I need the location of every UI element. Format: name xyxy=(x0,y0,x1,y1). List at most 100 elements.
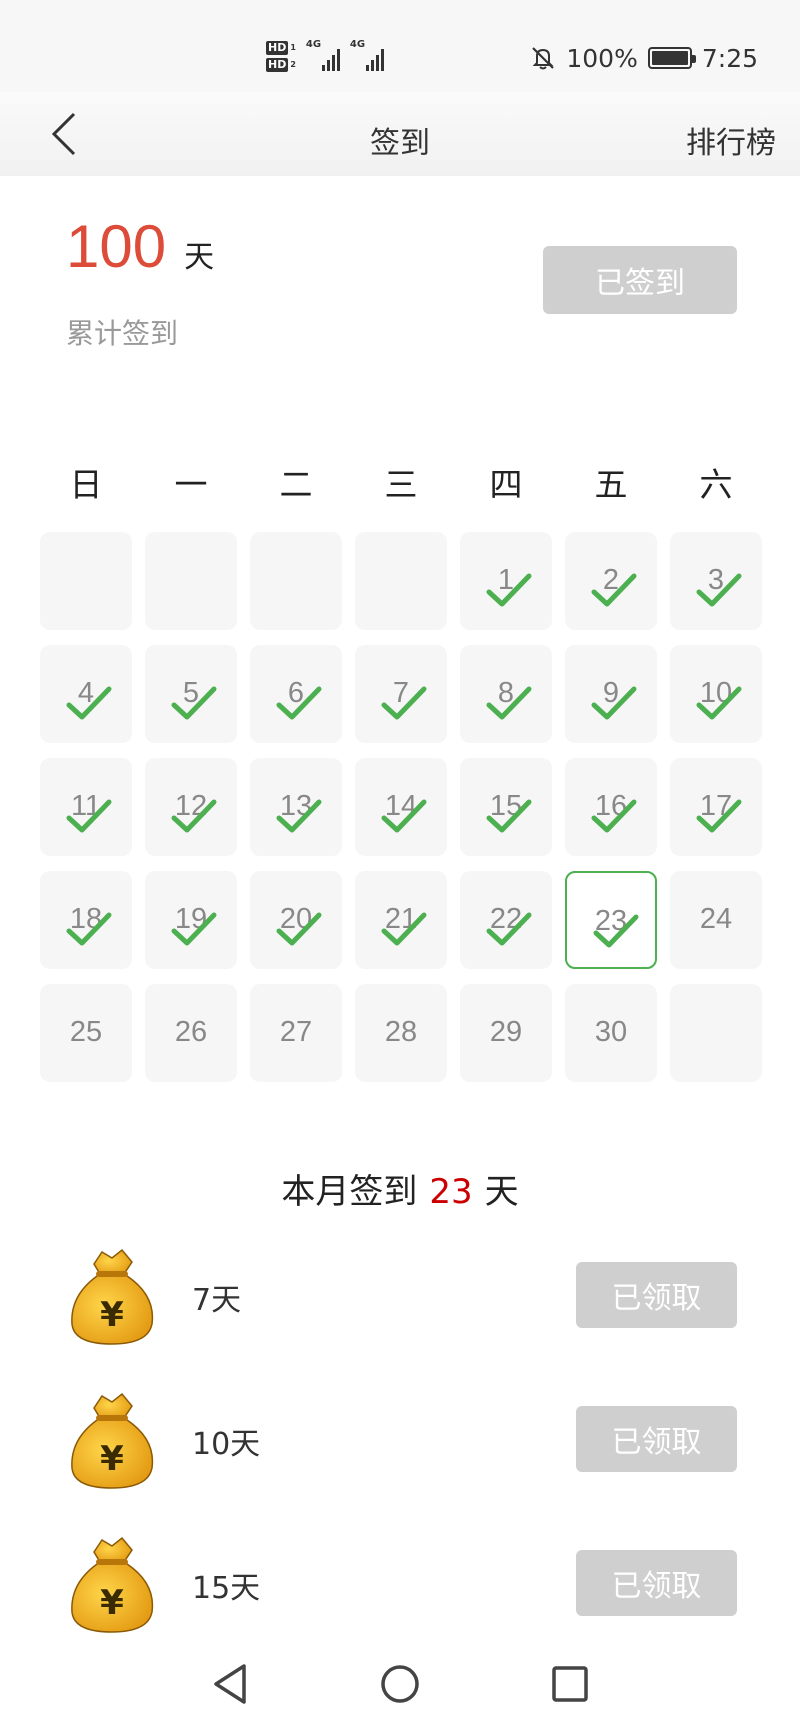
money-bag-icon: ¥ xyxy=(71,1248,154,1345)
check-icon xyxy=(381,912,427,946)
hd-label: HD xyxy=(266,57,289,72)
check-icon xyxy=(66,912,112,946)
calendar-empty-cell xyxy=(250,532,342,630)
hd-indicators: HD 1 HD 2 xyxy=(266,40,296,72)
calendar-day[interactable]: 5 xyxy=(145,645,237,743)
calendar-day[interactable]: 1 xyxy=(460,532,552,630)
calendar-day[interactable]: 3 xyxy=(670,532,762,630)
check-icon xyxy=(696,799,742,833)
weekday-label: 日 xyxy=(69,465,103,504)
hd-label: HD xyxy=(266,40,289,55)
day-number: 25 xyxy=(69,1016,103,1048)
calendar-day[interactable]: 10 xyxy=(670,645,762,743)
bell-muted-icon xyxy=(532,47,555,70)
calendar-day[interactable]: 23 xyxy=(565,871,657,969)
svg-text:¥: ¥ xyxy=(100,1583,124,1623)
calendar-day[interactable]: 24 xyxy=(670,871,762,969)
money-bag-icon: ¥ xyxy=(71,1392,154,1489)
nav-bar: 签到 排行榜 xyxy=(0,92,800,176)
total-days-unit: 天 xyxy=(184,240,215,275)
system-nav-bar xyxy=(0,1636,800,1733)
check-icon xyxy=(591,686,637,720)
check-icon xyxy=(381,686,427,720)
reward-claimed-button[interactable]: 已领取 xyxy=(576,1406,737,1472)
reward-row: ¥7天 已领取 xyxy=(0,1240,800,1350)
month-summary-prefix: 本月签到 xyxy=(281,1172,418,1212)
month-summary-suffix: 天 xyxy=(484,1172,519,1212)
signed-in-button[interactable]: 已签到 xyxy=(543,246,737,314)
hd-sub-label: 2 xyxy=(290,60,296,69)
month-summary-count: 23 xyxy=(429,1172,473,1212)
calendar-day[interactable]: 26 xyxy=(145,984,237,1082)
calendar-empty-cell xyxy=(145,532,237,630)
check-icon xyxy=(381,799,427,833)
calendar-day[interactable]: 11 xyxy=(40,758,132,856)
calendar-day[interactable]: 2 xyxy=(565,532,657,630)
calendar-day[interactable]: 18 xyxy=(40,871,132,969)
calendar-day[interactable]: 14 xyxy=(355,758,447,856)
calendar-day[interactable]: 8 xyxy=(460,645,552,743)
calendar-day[interactable]: 16 xyxy=(565,758,657,856)
check-icon xyxy=(591,573,637,607)
weekday-label: 六 xyxy=(699,465,733,504)
calendar-day[interactable]: 29 xyxy=(460,984,552,1082)
reward-row: ¥10天 已领取 xyxy=(0,1384,800,1494)
calendar-day[interactable]: 28 xyxy=(355,984,447,1082)
hd-indicator-2: HD 2 xyxy=(266,57,296,72)
calendar-day[interactable]: 9 xyxy=(565,645,657,743)
calendar-day[interactable]: 21 xyxy=(355,871,447,969)
calendar-day[interactable]: 13 xyxy=(250,758,342,856)
total-days-count: 100 xyxy=(66,213,167,280)
calendar-day[interactable]: 19 xyxy=(145,871,237,969)
check-icon xyxy=(486,686,532,720)
calendar-grid: 1 2 3 4 5 6 7 8 9 10 11 12 13 14 15 16 17 18 19 20 21 22 23 24 2… xyxy=(0,532,800,1092)
calendar-day[interactable]: 25 xyxy=(40,984,132,1082)
calendar-day[interactable]: 4 xyxy=(40,645,132,743)
signal-group: HD 1 HD 2 4G 4G xyxy=(266,36,384,76)
leaderboard-link[interactable]: 排行榜 xyxy=(686,118,776,162)
total-days: 100 天 xyxy=(66,212,214,281)
calendar-day[interactable]: 27 xyxy=(250,984,342,1082)
weekday-label: 二 xyxy=(279,465,313,504)
page-title: 签到 xyxy=(370,126,430,161)
check-icon xyxy=(696,573,742,607)
calendar-day[interactable]: 17 xyxy=(670,758,762,856)
calendar-day[interactable]: 30 xyxy=(565,984,657,1082)
calendar-day[interactable]: 7 xyxy=(355,645,447,743)
calendar-day[interactable]: 15 xyxy=(460,758,552,856)
reward-claimed-button[interactable]: 已领取 xyxy=(576,1550,737,1616)
weekday-header: 日一二三四五六 xyxy=(0,458,800,508)
hd-indicator-1: HD 1 xyxy=(266,40,296,55)
check-icon xyxy=(486,573,532,607)
calendar-day[interactable]: 20 xyxy=(250,871,342,969)
check-icon xyxy=(276,912,322,946)
calendar-empty-cell xyxy=(40,532,132,630)
day-number: 29 xyxy=(489,1016,523,1048)
check-icon xyxy=(591,799,637,833)
calendar-day[interactable]: 22 xyxy=(460,871,552,969)
calendar-day[interactable]: 12 xyxy=(145,758,237,856)
check-icon xyxy=(66,686,112,720)
money-bag-icon: ¥ xyxy=(71,1536,154,1633)
weekday-label: 一 xyxy=(174,465,208,504)
check-icon xyxy=(696,686,742,720)
svg-text:¥: ¥ xyxy=(100,1295,124,1335)
check-icon xyxy=(171,686,217,720)
recents-square-icon[interactable] xyxy=(544,1658,596,1710)
reward-label: 7天 xyxy=(192,1283,242,1318)
signal-icon: 4G xyxy=(306,39,340,71)
calendar-empty-cell xyxy=(670,984,762,1082)
reward-label: 10天 xyxy=(192,1427,261,1462)
day-number: 24 xyxy=(699,903,733,935)
home-circle-icon[interactable] xyxy=(374,1658,426,1710)
signal-icon: 4G xyxy=(350,39,384,71)
weekday-label: 四 xyxy=(489,465,523,504)
check-icon xyxy=(66,799,112,833)
day-number: 28 xyxy=(384,1016,418,1048)
check-icon xyxy=(171,799,217,833)
weekday-label: 三 xyxy=(384,465,418,504)
reward-claimed-button[interactable]: 已领取 xyxy=(576,1262,737,1328)
back-triangle-icon[interactable] xyxy=(204,1658,256,1710)
calendar-day[interactable]: 6 xyxy=(250,645,342,743)
hd-sub-label: 1 xyxy=(290,43,296,52)
